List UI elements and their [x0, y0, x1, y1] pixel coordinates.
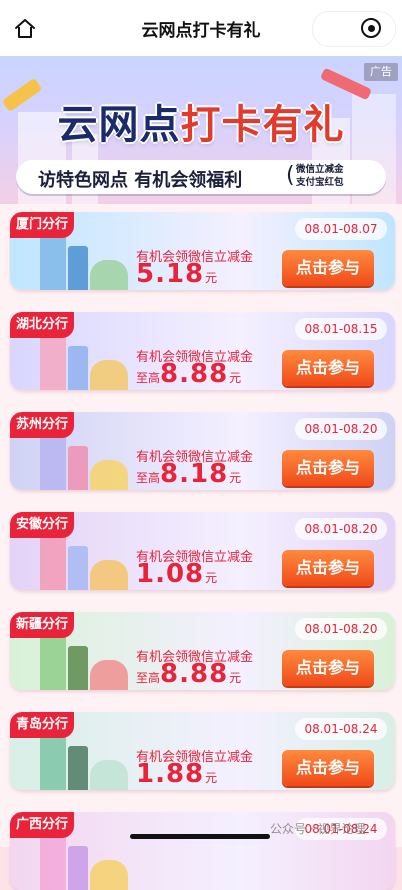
illustration-shape — [90, 660, 128, 690]
prize-amount: 至高8.88元 — [136, 659, 242, 689]
amount-prefix: 至高 — [136, 671, 161, 685]
amount-value: 8.88 — [160, 359, 229, 389]
amount-value: 1.88 — [136, 759, 205, 789]
branch-tag: 湖北分行 — [10, 312, 74, 338]
prize-amount: 至高8.18元 — [136, 459, 242, 489]
reward-type-alipay: 支付宝红包 — [296, 177, 344, 188]
close-target-icon[interactable] — [361, 18, 383, 40]
hero-banner: 广告 云网点打卡有礼 访特色网点 有机会领福利 ( 微信立减金 支付宝红包 — [0, 56, 402, 204]
amount-unit: 元 — [205, 571, 218, 585]
participate-button[interactable]: 点击参与 — [282, 250, 374, 286]
amount-prefix: 至高 — [136, 471, 161, 485]
illustration-shape — [68, 846, 88, 890]
illustration-shape — [90, 560, 128, 590]
hero-subtitle: 访特色网点 有机会领福利 — [38, 170, 243, 191]
date-range: 08.01-08.20 — [295, 418, 387, 440]
top-nav-bar: 云网点打卡有礼 — [0, 0, 402, 56]
date-range: 08.01-08.20 — [295, 618, 387, 640]
reward-type-wechat: 微信立减金 — [296, 164, 344, 175]
hero-reward-types: ( 微信立减金 支付宝红包 — [286, 163, 380, 189]
prize-amount: 1.08元 — [136, 559, 218, 589]
illustration-shape — [68, 246, 88, 290]
hero-title-part2: 打卡有礼 — [180, 102, 345, 148]
branch-card[interactable]: 苏州分行 08.01-08.20 有机会领微信立减金 至高8.18元 点击参与 — [10, 412, 395, 490]
prize-amount: 1.88元 — [136, 759, 218, 789]
participate-button[interactable]: 点击参与 — [282, 450, 374, 486]
illustration-shape — [90, 860, 128, 890]
illustration-shape — [90, 260, 128, 290]
illustration-shape — [90, 360, 128, 390]
illustration-shape — [68, 346, 88, 390]
branch-card[interactable]: 安徽分行 08.01-08.20 有机会领微信立减金 1.08元 点击参与 — [10, 512, 395, 590]
amount-unit: 元 — [205, 271, 218, 285]
illustration-shape — [90, 760, 128, 790]
hero-title-part1: 云网点 — [57, 102, 181, 148]
branch-card[interactable]: 厦门分行 08.01-08.07 有机会领微信立减金 5.18元 点击参与 — [10, 212, 395, 290]
hero-subtitle-pill: 访特色网点 有机会领福利 ( 微信立减金 支付宝红包 — [16, 160, 386, 194]
participate-button[interactable]: 点击参与 — [282, 350, 374, 386]
amount-unit: 元 — [229, 671, 242, 685]
branch-tag: 广西分行 — [10, 812, 74, 838]
illustration-shape — [40, 334, 66, 390]
illustration-shape — [40, 834, 66, 890]
branch-card[interactable]: 湖北分行 08.01-08.15 有机会领微信立减金 至高8.88元 点击参与 — [10, 312, 395, 390]
illustration-shape — [68, 746, 88, 790]
ad-badge: 广告 — [364, 63, 398, 81]
branch-tag: 厦门分行 — [10, 212, 74, 238]
amount-value: 8.88 — [160, 659, 229, 689]
amount-value: 5.18 — [136, 259, 205, 289]
branch-card-list: 厦门分行 08.01-08.07 有机会领微信立减金 5.18元 点击参与 湖北分行 08.… — [0, 204, 402, 890]
amount-unit: 元 — [229, 371, 242, 385]
branch-tag: 青岛分行 — [10, 712, 74, 738]
amount-value: 1.08 — [136, 559, 205, 589]
amount-unit: 元 — [205, 771, 218, 785]
branch-tag: 苏州分行 — [10, 412, 74, 438]
illustration-shape — [40, 234, 66, 290]
illustration-shape — [40, 434, 66, 490]
prize-amount: 至高8.88元 — [136, 359, 242, 389]
branch-tag: 安徽分行 — [10, 512, 74, 538]
watermark-text: 公众号 · 视界论理 — [270, 822, 366, 836]
prize-amount: 5.18元 — [136, 259, 218, 289]
date-range: 08.01-08.07 — [295, 218, 387, 240]
date-range: 08.01-08.20 — [295, 518, 387, 540]
participate-button[interactable]: 点击参与 — [282, 750, 374, 786]
illustration-shape — [90, 460, 128, 490]
branch-tag: 新疆分行 — [10, 612, 74, 638]
illustration-shape — [68, 646, 88, 690]
illustration-shape — [40, 534, 66, 590]
date-range: 08.01-08.24 — [295, 718, 387, 740]
amount-prefix: 至高 — [136, 371, 161, 385]
amount-value: 8.18 — [160, 459, 229, 489]
branch-card[interactable]: 青岛分行 08.01-08.24 有机会领微信立减金 1.88元 点击参与 — [10, 712, 395, 790]
illustration-shape — [40, 734, 66, 790]
hero-title: 云网点打卡有礼 — [0, 92, 402, 150]
date-range: 08.01-08.15 — [295, 318, 387, 340]
illustration-shape — [40, 634, 66, 690]
participate-button[interactable]: 点击参与 — [282, 550, 374, 586]
illustration-shape — [68, 446, 88, 490]
home-indicator[interactable] — [130, 834, 270, 839]
illustration-shape — [68, 546, 88, 590]
participate-button[interactable]: 点击参与 — [282, 650, 374, 686]
mini-program-capsule — [312, 11, 396, 47]
amount-unit: 元 — [229, 471, 242, 485]
branch-card[interactable]: 新疆分行 08.01-08.20 有机会领微信立减金 至高8.88元 点击参与 — [10, 612, 395, 690]
